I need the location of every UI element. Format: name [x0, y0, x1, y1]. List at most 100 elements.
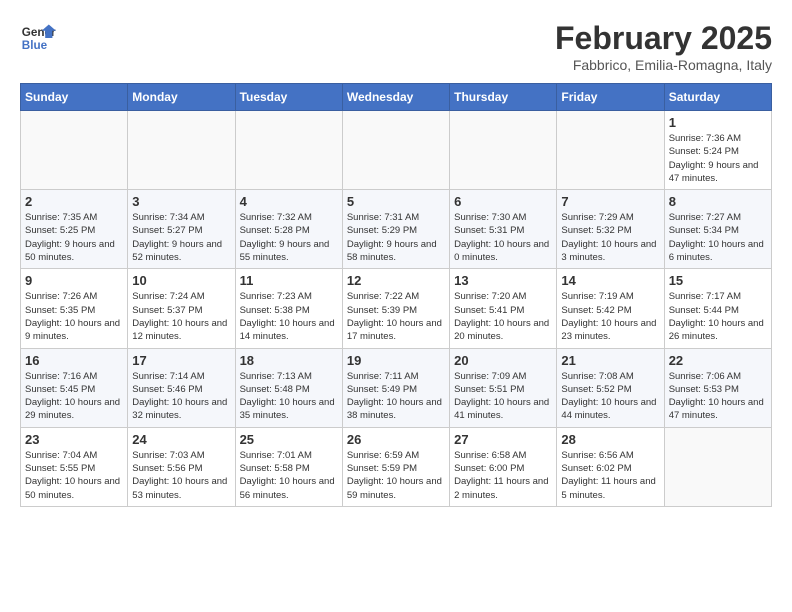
day-number: 11: [240, 273, 338, 288]
day-number: 12: [347, 273, 445, 288]
calendar-cell: 26Sunrise: 6:59 AM Sunset: 5:59 PM Dayli…: [342, 427, 449, 506]
day-number: 19: [347, 353, 445, 368]
day-number: 7: [561, 194, 659, 209]
day-info: Sunrise: 7:09 AM Sunset: 5:51 PM Dayligh…: [454, 370, 552, 423]
day-info: Sunrise: 7:32 AM Sunset: 5:28 PM Dayligh…: [240, 211, 338, 264]
calendar-cell: [664, 427, 771, 506]
day-info: Sunrise: 7:22 AM Sunset: 5:39 PM Dayligh…: [347, 290, 445, 343]
day-info: Sunrise: 7:08 AM Sunset: 5:52 PM Dayligh…: [561, 370, 659, 423]
day-info: Sunrise: 7:29 AM Sunset: 5:32 PM Dayligh…: [561, 211, 659, 264]
day-number: 15: [669, 273, 767, 288]
day-info: Sunrise: 7:34 AM Sunset: 5:27 PM Dayligh…: [132, 211, 230, 264]
calendar-header-row: SundayMondayTuesdayWednesdayThursdayFrid…: [21, 84, 772, 111]
day-number: 8: [669, 194, 767, 209]
day-number: 20: [454, 353, 552, 368]
calendar-cell: 27Sunrise: 6:58 AM Sunset: 6:00 PM Dayli…: [450, 427, 557, 506]
calendar-cell: 23 Sunrise: 7:04 AM Sunset: 5:55 PM Dayli…: [21, 427, 128, 506]
calendar-cell: 3 Sunrise: 7:34 AM Sunset: 5:27 PM Daylig…: [128, 190, 235, 269]
calendar-week-row: 23 Sunrise: 7:04 AM Sunset: 5:55 PM Dayli…: [21, 427, 772, 506]
day-info: Sunrise: 7:03 AM Sunset: 5:56 PM Dayligh…: [132, 449, 230, 502]
day-info: Sunrise: 7:27 AM Sunset: 5:34 PM Dayligh…: [669, 211, 767, 264]
day-number: 4: [240, 194, 338, 209]
day-info: Sunrise: 7:11 AM Sunset: 5:49 PM Dayligh…: [347, 370, 445, 423]
calendar-cell: [21, 111, 128, 190]
day-number: 27: [454, 432, 552, 447]
weekday-header-saturday: Saturday: [664, 84, 771, 111]
day-info: Sunrise: 7:31 AM Sunset: 5:29 PM Dayligh…: [347, 211, 445, 264]
calendar-cell: [128, 111, 235, 190]
day-info: Sunrise: 7:36 AM Sunset: 5:24 PM Dayligh…: [669, 132, 767, 185]
day-number: 23: [25, 432, 123, 447]
calendar-cell: 1 Sunrise: 7:36 AM Sunset: 5:24 PM Daylig…: [664, 111, 771, 190]
day-info: Sunrise: 7:19 AM Sunset: 5:42 PM Dayligh…: [561, 290, 659, 343]
day-info: Sunrise: 7:06 AM Sunset: 5:53 PM Dayligh…: [669, 370, 767, 423]
calendar-cell: [342, 111, 449, 190]
calendar-cell: 2Sunrise: 7:35 AM Sunset: 5:25 PM Daylig…: [21, 190, 128, 269]
day-info: Sunrise: 6:56 AM Sunset: 6:02 PM Dayligh…: [561, 449, 659, 502]
calendar-cell: 20 Sunrise: 7:09 AM Sunset: 5:51 PM Dayli…: [450, 348, 557, 427]
day-number: 16: [25, 353, 123, 368]
day-info: Sunrise: 7:20 AM Sunset: 5:41 PM Dayligh…: [454, 290, 552, 343]
day-info: Sunrise: 7:14 AM Sunset: 5:46 PM Dayligh…: [132, 370, 230, 423]
title-block: February 2025 Fabbrico, Emilia-Romagna, …: [555, 20, 772, 73]
calendar-cell: [450, 111, 557, 190]
day-number: 18: [240, 353, 338, 368]
day-info: Sunrise: 6:59 AM Sunset: 5:59 PM Dayligh…: [347, 449, 445, 502]
weekday-header-wednesday: Wednesday: [342, 84, 449, 111]
day-number: 3: [132, 194, 230, 209]
day-info: Sunrise: 7:23 AM Sunset: 5:38 PM Dayligh…: [240, 290, 338, 343]
calendar-cell: 6Sunrise: 7:30 AM Sunset: 5:31 PM Daylig…: [450, 190, 557, 269]
calendar-week-row: 16 Sunrise: 7:16 AM Sunset: 5:45 PM Dayli…: [21, 348, 772, 427]
day-info: Sunrise: 7:17 AM Sunset: 5:44 PM Dayligh…: [669, 290, 767, 343]
calendar-cell: 25 Sunrise: 7:01 AM Sunset: 5:58 PM Dayli…: [235, 427, 342, 506]
calendar-cell: 15 Sunrise: 7:17 AM Sunset: 5:44 PM Dayli…: [664, 269, 771, 348]
day-number: 21: [561, 353, 659, 368]
calendar-cell: 24 Sunrise: 7:03 AM Sunset: 5:56 PM Dayli…: [128, 427, 235, 506]
svg-text:Blue: Blue: [22, 39, 48, 52]
day-number: 24: [132, 432, 230, 447]
calendar-table: SundayMondayTuesdayWednesdayThursdayFrid…: [20, 83, 772, 507]
day-info: Sunrise: 7:26 AM Sunset: 5:35 PM Dayligh…: [25, 290, 123, 343]
day-info: Sunrise: 7:01 AM Sunset: 5:58 PM Dayligh…: [240, 449, 338, 502]
logo-icon: General Blue: [20, 20, 56, 56]
logo: General Blue: [20, 20, 56, 56]
calendar-cell: 8 Sunrise: 7:27 AM Sunset: 5:34 PM Daylig…: [664, 190, 771, 269]
day-number: 6: [454, 194, 552, 209]
day-number: 14: [561, 273, 659, 288]
day-number: 22: [669, 353, 767, 368]
calendar-cell: 4 Sunrise: 7:32 AM Sunset: 5:28 PM Daylig…: [235, 190, 342, 269]
calendar-cell: 22 Sunrise: 7:06 AM Sunset: 5:53 PM Dayli…: [664, 348, 771, 427]
weekday-header-thursday: Thursday: [450, 84, 557, 111]
weekday-header-monday: Monday: [128, 84, 235, 111]
day-info: Sunrise: 7:04 AM Sunset: 5:55 PM Dayligh…: [25, 449, 123, 502]
calendar-week-row: 1 Sunrise: 7:36 AM Sunset: 5:24 PM Daylig…: [21, 111, 772, 190]
calendar-week-row: 2Sunrise: 7:35 AM Sunset: 5:25 PM Daylig…: [21, 190, 772, 269]
page-header: General Blue February 2025 Fabbrico, Emi…: [20, 20, 772, 73]
calendar-cell: 9Sunrise: 7:26 AM Sunset: 5:35 PM Daylig…: [21, 269, 128, 348]
day-info: Sunrise: 7:16 AM Sunset: 5:45 PM Dayligh…: [25, 370, 123, 423]
calendar-cell: 12 Sunrise: 7:22 AM Sunset: 5:39 PM Dayli…: [342, 269, 449, 348]
calendar-cell: 14 Sunrise: 7:19 AM Sunset: 5:42 PM Dayli…: [557, 269, 664, 348]
calendar-cell: 16 Sunrise: 7:16 AM Sunset: 5:45 PM Dayli…: [21, 348, 128, 427]
day-number: 28: [561, 432, 659, 447]
calendar-cell: 18 Sunrise: 7:13 AM Sunset: 5:48 PM Dayli…: [235, 348, 342, 427]
calendar-cell: 21 Sunrise: 7:08 AM Sunset: 5:52 PM Dayli…: [557, 348, 664, 427]
day-info: Sunrise: 7:13 AM Sunset: 5:48 PM Dayligh…: [240, 370, 338, 423]
day-number: 2: [25, 194, 123, 209]
calendar-cell: 19 Sunrise: 7:11 AM Sunset: 5:49 PM Dayli…: [342, 348, 449, 427]
day-number: 13: [454, 273, 552, 288]
day-number: 1: [669, 115, 767, 130]
calendar-cell: 11 Sunrise: 7:23 AM Sunset: 5:38 PM Dayli…: [235, 269, 342, 348]
calendar-cell: 28 Sunrise: 6:56 AM Sunset: 6:02 PM Dayli…: [557, 427, 664, 506]
day-number: 5: [347, 194, 445, 209]
weekday-header-tuesday: Tuesday: [235, 84, 342, 111]
day-number: 17: [132, 353, 230, 368]
weekday-header-sunday: Sunday: [21, 84, 128, 111]
calendar-cell: [235, 111, 342, 190]
location-subtitle: Fabbrico, Emilia-Romagna, Italy: [555, 57, 772, 73]
day-number: 10: [132, 273, 230, 288]
calendar-cell: 13 Sunrise: 7:20 AM Sunset: 5:41 PM Dayli…: [450, 269, 557, 348]
day-number: 25: [240, 432, 338, 447]
calendar-cell: [557, 111, 664, 190]
calendar-cell: 10Sunrise: 7:24 AM Sunset: 5:37 PM Dayli…: [128, 269, 235, 348]
